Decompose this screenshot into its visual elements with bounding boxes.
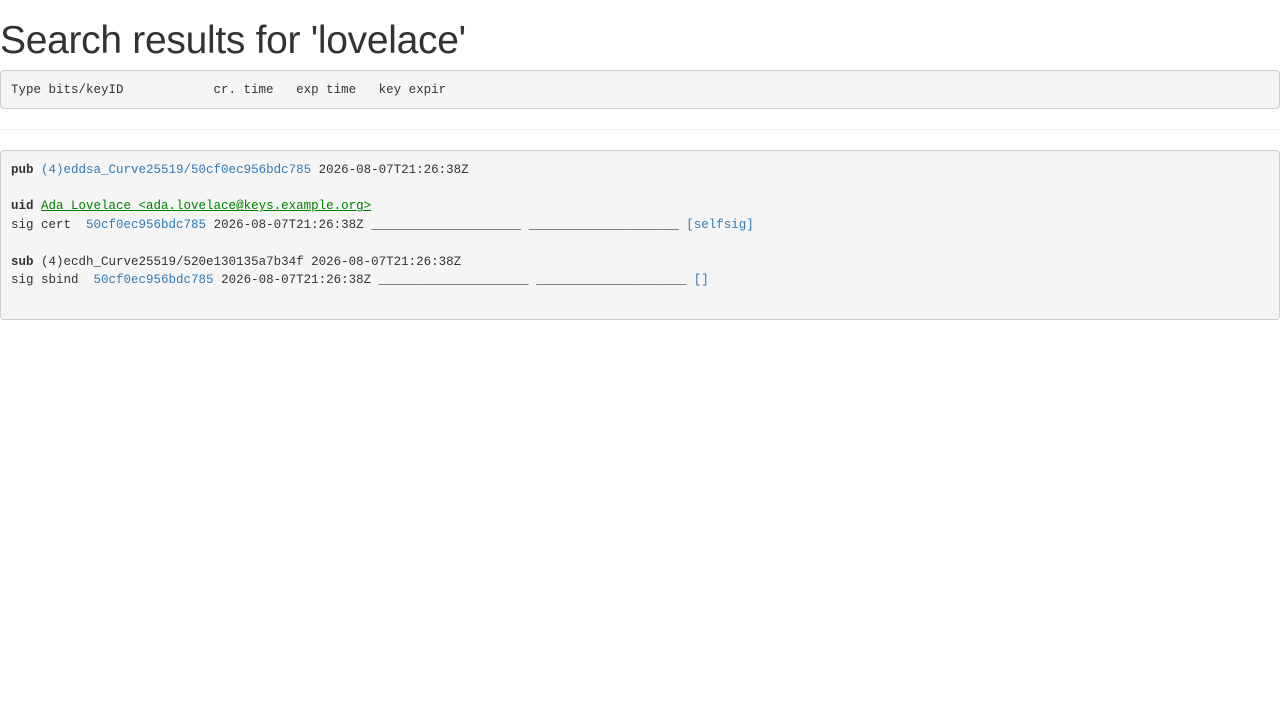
page: Search results for 'lovelace' Type bits/… <box>0 0 1280 720</box>
search-result-key: pub (4)eddsa_Curve25519/50cf0ec956bdc785… <box>0 150 1280 320</box>
uid-sig-signer-link[interactable]: [selfsig] <box>686 218 754 232</box>
pub-tag: pub <box>11 162 34 177</box>
uid-sig-exp-time: ____________________ <box>371 217 522 232</box>
uid-link[interactable]: Ada Lovelace <ada.lovelace@keys.example.… <box>41 199 371 213</box>
uid-sig-created: 2026-08-07T21:26:38Z <box>213 217 364 232</box>
header-cr-time: cr. time <box>213 82 274 97</box>
sub-sig-key-expir: ____________________ <box>536 272 687 287</box>
header-type-bits-keyid: Type bits/keyID <box>11 82 124 97</box>
uid-tag: uid <box>11 199 34 214</box>
pub-created: 2026-08-07T21:26:38Z <box>318 162 469 177</box>
divider <box>0 129 1280 130</box>
sub-key-text: (4)ecdh_Curve25519/520e130135a7b34f <box>41 254 304 269</box>
sub-created: 2026-08-07T21:26:38Z <box>311 254 462 269</box>
column-header-row: Type bits/keyID cr. time exp time key ex… <box>0 70 1280 109</box>
sub-sig-keyid-link[interactable]: 50cf0ec956bdc785 <box>94 273 214 287</box>
sub-sig-exp-time: ____________________ <box>378 272 529 287</box>
page-title: Search results for 'lovelace' <box>0 19 466 62</box>
uid-sig-kind: sig cert <box>11 217 72 232</box>
sub-tag: sub <box>11 254 34 269</box>
sub-sig-kind: sig sbind <box>11 272 79 287</box>
pub-key-link[interactable]: (4)eddsa_Curve25519/50cf0ec956bdc785 <box>41 163 311 177</box>
sub-sig-created: 2026-08-07T21:26:38Z <box>221 272 372 287</box>
sub-sig-signer-link[interactable]: [] <box>694 273 709 287</box>
uid-sig-keyid-link[interactable]: 50cf0ec956bdc785 <box>86 218 206 232</box>
header-key-expir: key expir <box>378 82 447 97</box>
uid-sig-key-expir: ____________________ <box>528 217 679 232</box>
header-exp-time: exp time <box>296 82 357 97</box>
